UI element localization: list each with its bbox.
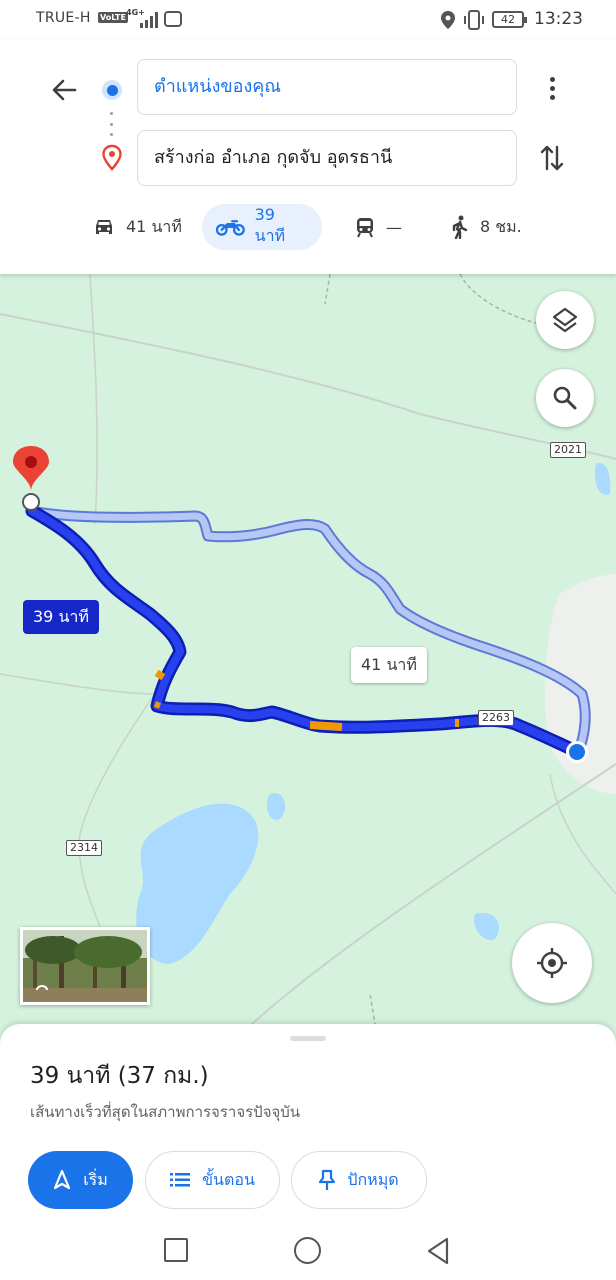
app-notification-icon [164, 11, 182, 27]
current-location-dot [569, 744, 585, 760]
route-connector [110, 112, 114, 136]
search-icon [553, 386, 577, 410]
mode-walk[interactable]: 8 ชม. [436, 204, 536, 250]
route-description: เส้นทางเร็วที่สุดในสภาพการจราจรปัจจุบัน [30, 1103, 301, 1121]
back-triangle-icon[interactable] [425, 1236, 451, 1266]
street-view-image [23, 930, 147, 1002]
start-button-label: เริ่ม [83, 1169, 108, 1189]
pond [594, 463, 611, 495]
mode-drive-label: 41 นาที [126, 216, 182, 236]
status-bar: TRUE-H VoLTE 4G+ 42 13:23 [0, 0, 616, 40]
traffic-segment [153, 701, 162, 709]
car-icon [96, 220, 112, 234]
back-button[interactable] [44, 70, 84, 110]
more-options-button[interactable] [536, 68, 568, 108]
mode-drive[interactable]: 41 นาที [78, 204, 196, 250]
volte-badge: VoLTE [98, 12, 128, 23]
trip-duration-distance: 39 นาที (37 กม.) [30, 1063, 209, 1089]
pushpin-icon [319, 1169, 336, 1190]
road-shield: 2263 [478, 710, 514, 726]
signal-icon [140, 12, 158, 28]
layers-button[interactable] [536, 291, 594, 349]
alt-route-label[interactable]: 41 นาที [351, 647, 427, 683]
motorcycle-icon [216, 220, 245, 236]
pin-button[interactable]: ปักหมุด [291, 1151, 427, 1209]
mode-transit-label: — [386, 217, 402, 237]
steps-button-label: ขั้นตอน [202, 1169, 255, 1189]
origin-dot-icon [102, 80, 122, 100]
route-summary-sheet[interactable]: 39 นาที (37 กม.) เส้นทางเร็วที่สุดในสภาพ… [0, 1024, 616, 1234]
my-location-button[interactable] [512, 923, 592, 1003]
layers-icon [552, 307, 578, 333]
lake [136, 803, 259, 964]
travel-modes: 41 นาที 39 นาที — 8 ชม. [0, 204, 616, 252]
vibrate-icon [464, 10, 484, 30]
my-location-icon [537, 948, 567, 978]
pond [266, 793, 286, 820]
road-shield: 2314 [66, 840, 102, 856]
street-view-thumbnail[interactable] [20, 927, 150, 1005]
primary-route-label[interactable]: 39 นาที [23, 600, 99, 634]
arrow-back-icon [52, 79, 77, 101]
mode-transit[interactable]: — [340, 204, 416, 250]
sheet-handle[interactable] [290, 1036, 326, 1041]
home-button[interactable] [294, 1237, 321, 1264]
map-view[interactable]: 2021 2263 2314 39 นาที 41 นาที [0, 274, 616, 1054]
start-button[interactable]: เริ่ม [28, 1151, 133, 1209]
train-icon [357, 218, 373, 238]
traffic-segment [154, 669, 166, 681]
system-nav-bar [0, 1234, 616, 1280]
mode-walk-label: 8 ชม. [480, 216, 522, 236]
mode-motorcycle[interactable]: 39 นาที [202, 204, 322, 250]
search-along-route-button[interactable] [536, 369, 594, 427]
walk-icon [452, 215, 468, 239]
mode-motorcycle-label: 39 นาที [254, 205, 286, 245]
directions-header: ตำแหน่งของคุณ สร้างก่อ อำเภอ กุดจับ อุดร… [0, 40, 616, 274]
steps-button[interactable]: ขั้นตอน [145, 1151, 280, 1209]
swap-vert-icon [540, 145, 564, 171]
recent-apps-button[interactable] [164, 1238, 188, 1262]
destination-field[interactable]: สร้างก่อ อำเภอ กุดจับ อุดรธานี [137, 130, 517, 186]
road-shield: 2021 [550, 442, 586, 458]
list-icon [170, 1173, 191, 1187]
origin-field[interactable]: ตำแหน่งของคุณ [137, 59, 517, 115]
destination-pin-icon [102, 144, 122, 171]
battery-icon: 42 [492, 11, 527, 28]
location-icon [441, 11, 455, 29]
pond [474, 913, 499, 940]
destination-marker [22, 493, 40, 511]
navigation-arrow-icon [54, 1170, 71, 1190]
carrier-name: TRUE-H [36, 10, 91, 26]
traffic-segment [309, 721, 343, 731]
swap-button[interactable] [536, 138, 568, 178]
pin-button-label: ปักหมุด [347, 1169, 399, 1189]
clock: 13:23 [534, 9, 583, 29]
destination-pin-marker[interactable] [13, 446, 49, 491]
